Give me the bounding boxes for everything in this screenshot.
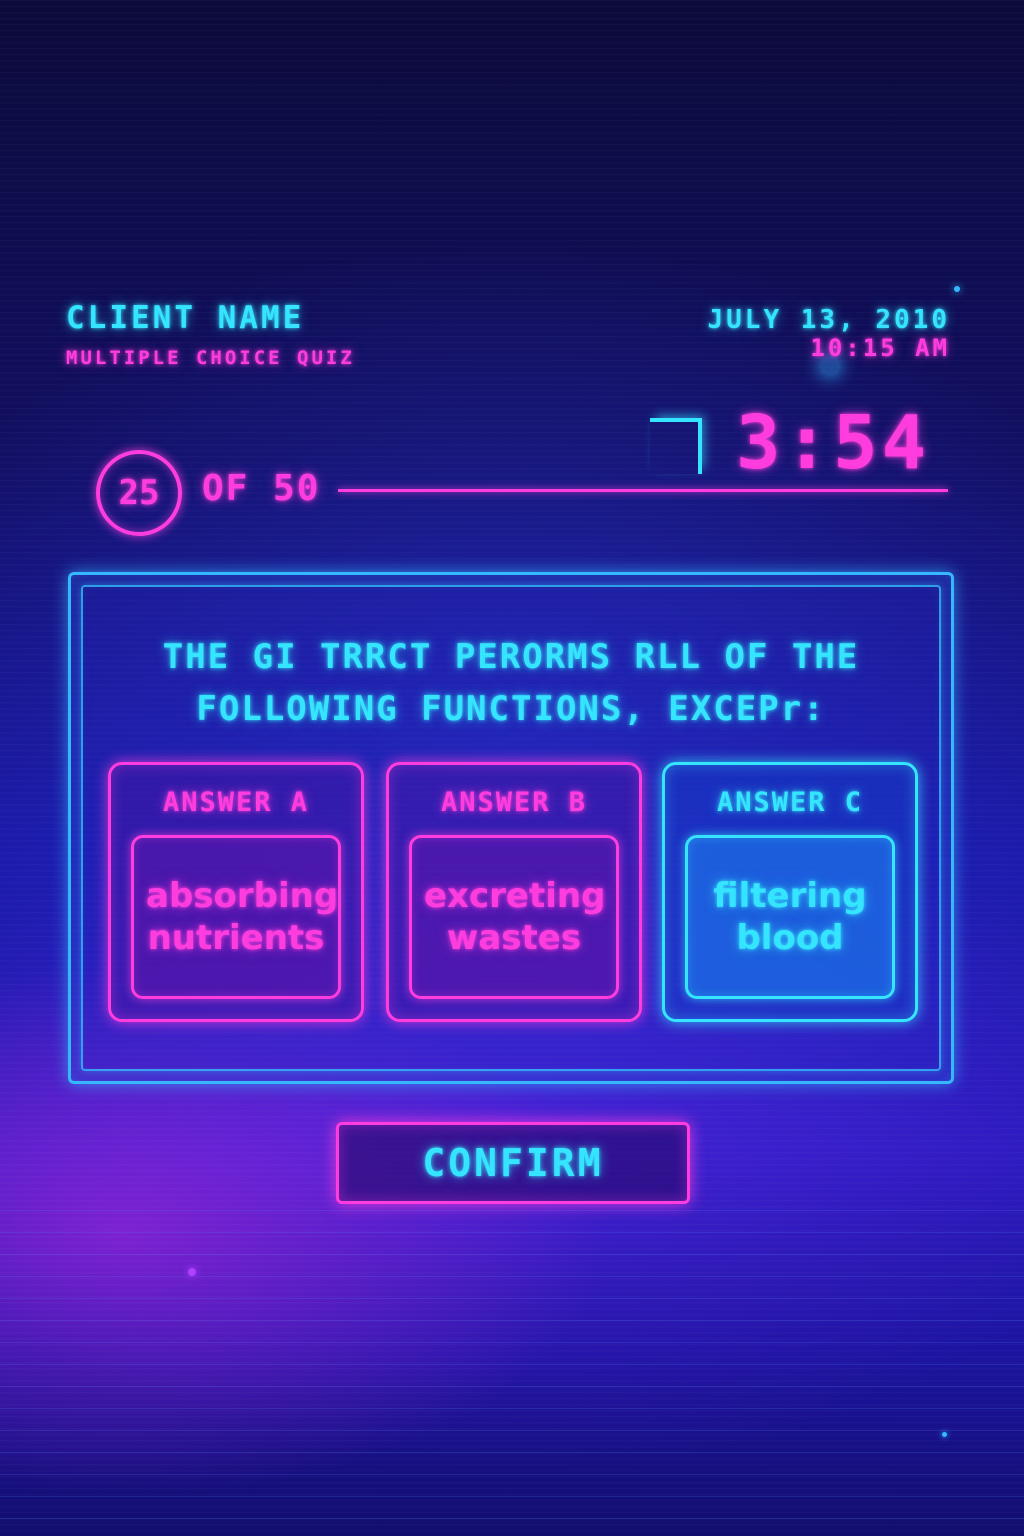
timer-bracket-icon <box>650 418 702 474</box>
glow-particle <box>954 286 960 292</box>
glow-particle <box>942 1432 947 1437</box>
quiz-type-label: MULTIPLE CHOICE QUIZ <box>66 347 355 369</box>
answer-body: filtering blood <box>685 835 895 999</box>
confirm-button[interactable]: CONFIRM <box>336 1122 690 1204</box>
question-text: THE GI TRRCT PERORMS RLL OF THE FOLLOWIN… <box>162 637 860 729</box>
countdown-timer: 3:54 <box>736 400 931 486</box>
time-label: 10:15 AM <box>810 334 950 362</box>
client-name: CLIENT NAME <box>66 300 305 336</box>
answer-label: ANSWER A <box>162 787 310 818</box>
answer-text: absorbing nutrients <box>146 876 339 958</box>
progress-line <box>338 489 948 492</box>
confirm-button-label: CONFIRM <box>422 1141 604 1185</box>
question-number-badge: 25 <box>96 450 182 536</box>
floor-grid-decoration <box>0 1210 1024 1536</box>
date-label: JULY 13, 2010 <box>707 305 950 335</box>
answer-body: absorbing nutrients <box>131 835 341 999</box>
answer-option-b[interactable]: ANSWER B excreting wastes <box>386 762 642 1022</box>
answer-text: filtering blood <box>713 876 867 958</box>
answer-label: ANSWER C <box>716 787 864 818</box>
answer-body: excreting wastes <box>409 835 619 999</box>
answer-option-a[interactable]: ANSWER A absorbing nutrients <box>108 762 364 1022</box>
answer-option-c[interactable]: ANSWER C filtering blood <box>662 762 918 1022</box>
glow-particle <box>188 1268 196 1276</box>
question-total: OF 50 <box>202 468 321 509</box>
answer-text: excreting wastes <box>424 876 606 958</box>
question-number: 25 <box>118 473 160 513</box>
answer-label: ANSWER B <box>440 787 588 818</box>
